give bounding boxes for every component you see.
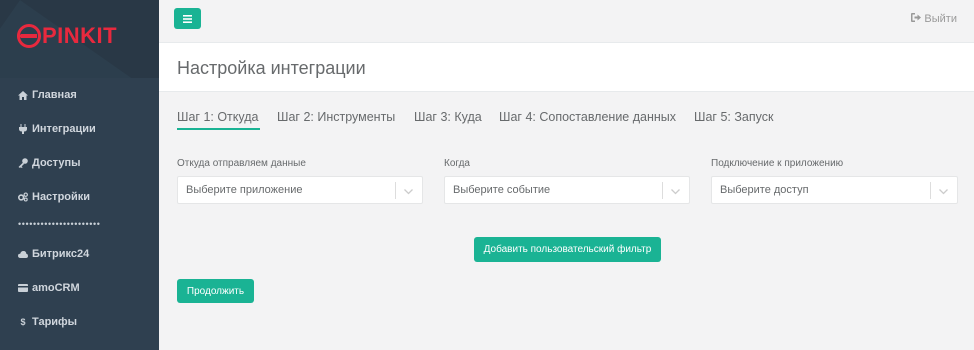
logo[interactable]: PINKIT [17, 23, 117, 49]
cloud-icon [18, 249, 28, 259]
card-icon [18, 283, 28, 293]
page-title: Настройка интеграции [177, 58, 366, 78]
gears-icon [18, 192, 28, 202]
chevron-down-icon [670, 184, 681, 195]
continue-button[interactable]: Продолжить [177, 279, 254, 303]
chevron-down-icon [403, 184, 414, 195]
tab-step-4[interactable]: Шаг 4: Сопоставление данных [499, 110, 676, 124]
logo-text: PINKIT [42, 23, 118, 48]
add-custom-filter-button[interactable]: Добавить пользовательский фильтр [474, 237, 661, 262]
sidebar-item-label: Тарифы [32, 316, 78, 328]
home-icon [18, 90, 28, 100]
select-separator [662, 182, 663, 199]
sidebar-item-label: Интеграции [32, 123, 96, 135]
dollar-icon: $ [20, 317, 26, 327]
sidebar-item-access[interactable]: Доступы [18, 153, 80, 173]
logout-label: Выйти [924, 13, 957, 25]
chevron-down-icon [938, 184, 949, 195]
sidebar-item-home[interactable]: Главная [18, 85, 77, 105]
connection-label: Подключение к приложению [711, 158, 844, 169]
tab-step-3[interactable]: Шаг 3: Куда [414, 110, 482, 124]
event-select[interactable]: Выберите событие [444, 176, 690, 204]
source-app-label: Откуда отправляем данные [177, 158, 306, 169]
event-value: Выберите событие [453, 184, 551, 196]
source-app-select[interactable]: Выберите приложение [177, 176, 423, 204]
tab-step-5[interactable]: Шаг 5: Запуск [694, 110, 773, 124]
select-separator [930, 182, 931, 199]
sidebar: PINKIT Главная Интеграции Доступы Настро… [0, 0, 159, 350]
connection-value: Выберите доступ [720, 184, 809, 196]
page-heading: Настройка интеграции [159, 43, 974, 92]
sidebar-item-label: amoCRM [32, 282, 80, 294]
active-tab-indicator [177, 128, 260, 130]
sidebar-item-settings[interactable]: Настройки [18, 187, 90, 207]
logo-area: PINKIT [0, 0, 159, 78]
sidebar-item-amocrm[interactable]: amoCRM [18, 278, 80, 298]
sidebar-item-label: Главная [32, 89, 77, 101]
sidebar-item-bitrix24[interactable]: Битрикс24 [18, 244, 89, 264]
sidebar-item-label: Доступы [32, 157, 81, 169]
sidebar-item-label: Настройки [32, 191, 91, 203]
select-separator [395, 182, 396, 199]
tab-step-2[interactable]: Шаг 2: Инструменты [277, 110, 395, 124]
menu-toggle-button[interactable] [174, 8, 201, 29]
source-app-value: Выберите приложение [186, 184, 303, 196]
sidebar-item-label: Битрикс24 [32, 248, 90, 260]
event-label: Когда [444, 158, 470, 169]
plug-icon [18, 124, 28, 134]
connection-select[interactable]: Выберите доступ [711, 176, 958, 204]
sidebar-item-integrations[interactable]: Интеграции [18, 119, 96, 139]
topbar: Выйти [159, 0, 974, 43]
logout-link[interactable]: Выйти [911, 13, 957, 25]
hamburger-icon [183, 11, 192, 26]
logo-mark-icon [17, 24, 41, 48]
key-icon [18, 158, 28, 168]
sidebar-divider: •••••••••••••••••••••• [18, 221, 101, 227]
sidebar-item-tariffs[interactable]: $ Тарифы [18, 312, 77, 332]
tab-step-1[interactable]: Шаг 1: Откуда [177, 110, 258, 124]
sign-out-icon [911, 13, 922, 25]
